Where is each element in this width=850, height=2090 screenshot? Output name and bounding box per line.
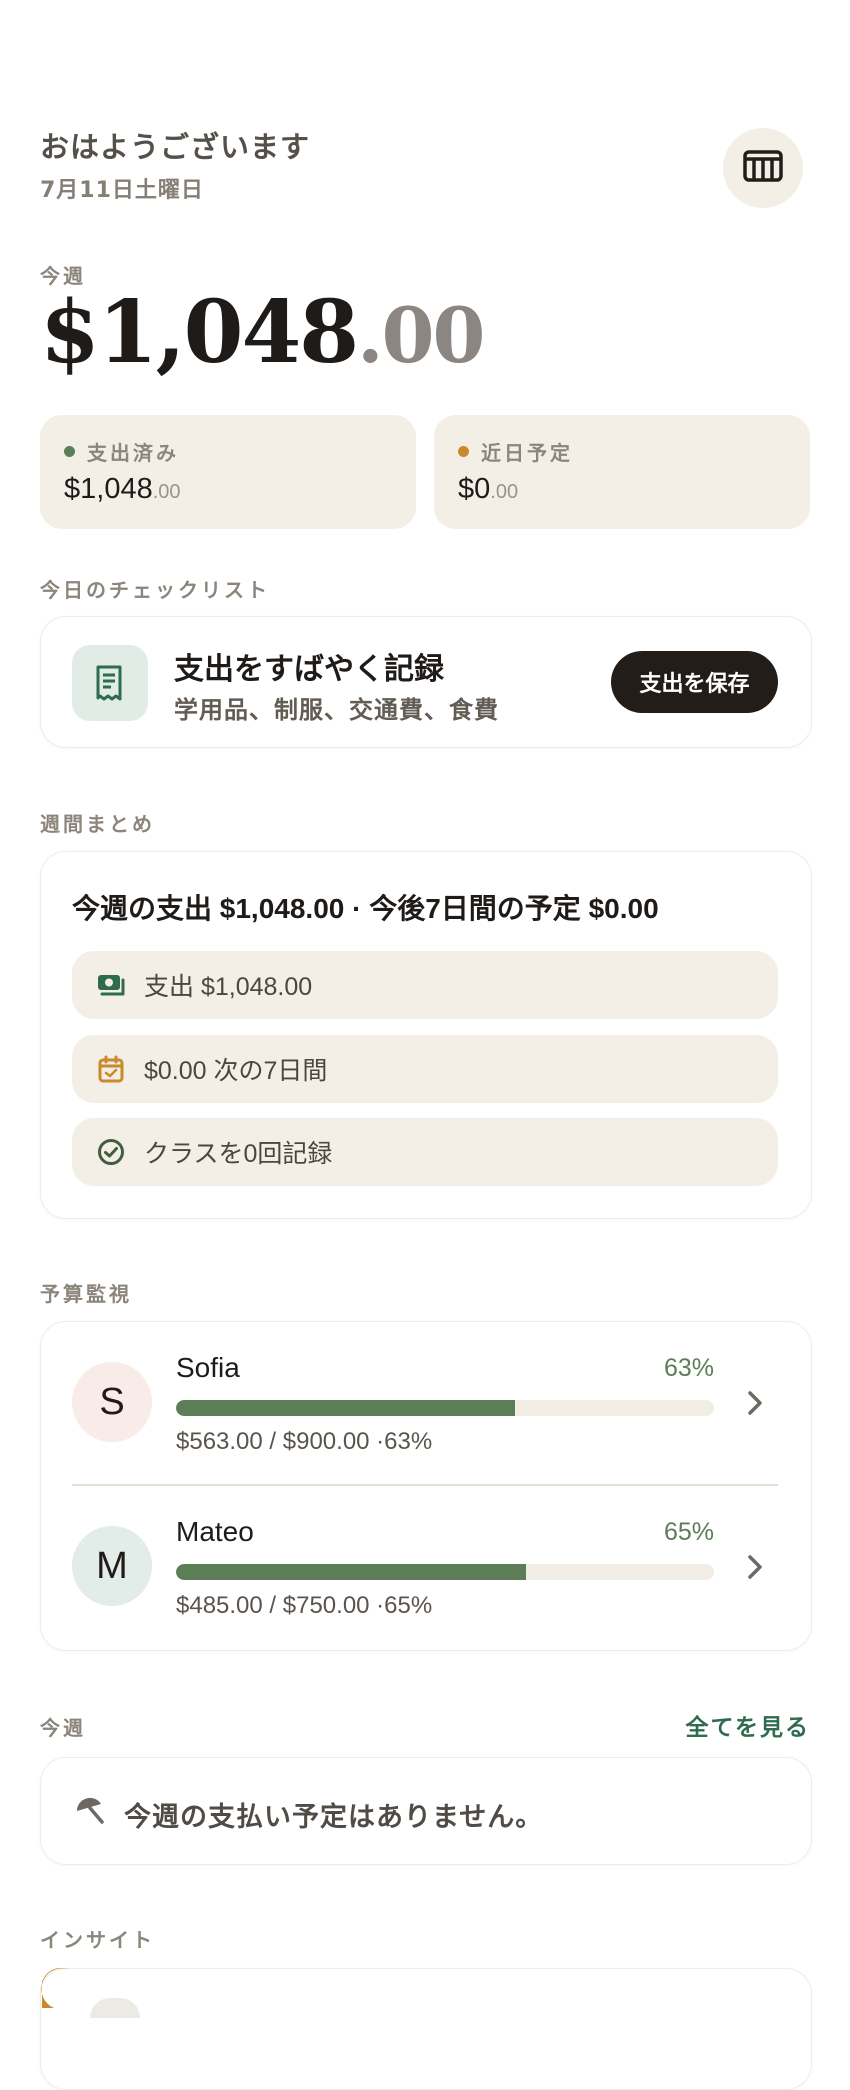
calendar-grid-icon [743, 150, 783, 186]
greeting: おはようございます [40, 130, 311, 164]
calendar-check-icon [96, 1054, 126, 1084]
spent-card: 支出済み $1,048.00 [40, 415, 416, 529]
chevron-right-icon[interactable] [740, 1388, 770, 1418]
chevron-right-icon[interactable] [740, 1552, 770, 1582]
no-payments-text: 今週の支払い予定はありません。 [124, 1802, 544, 1833]
this-week-section-label: 今週 [40, 1716, 86, 1740]
upcoming-dot [458, 446, 469, 457]
umbrella-icon [74, 1796, 106, 1830]
summary-pill-upcoming-text: $0.00 次の7日間 [144, 1057, 328, 1085]
budget-bar-fill-sofia [176, 1400, 515, 1416]
summary-pill-spent: 支出 $1,048.00 [72, 951, 778, 1019]
insight-moon-icon [40, 1968, 74, 2008]
summary-pill-upcoming: $0.00 次の7日間 [72, 1035, 778, 1103]
week-total-amount: $1,048.00 [40, 290, 485, 376]
avatar-mateo: M [72, 1526, 152, 1606]
budget-name-mateo: Mateo [176, 1516, 254, 1547]
budget-bar-sofia [176, 1400, 714, 1416]
spent-label: 支出済み [87, 441, 179, 465]
budget-divider [72, 1484, 778, 1486]
upcoming-value: $0.00 [458, 473, 518, 506]
check-circle-icon [96, 1137, 126, 1167]
budget-name-sofia: Sofia [176, 1352, 240, 1383]
spent-dot [64, 446, 75, 457]
budget-percent-mateo: 65% [663, 1518, 714, 1546]
quick-record-subtitle: 学用品、制服、交通費、食費 [174, 696, 499, 724]
spent-value-cents: .00 [152, 481, 181, 503]
insights-section-label: インサイト [40, 1928, 155, 1952]
upcoming-value-cents: .00 [490, 481, 519, 503]
spent-value-main: $1,048 [64, 473, 153, 505]
receipt-icon [72, 645, 148, 721]
summary-pill-classes: クラスを0回記録 [72, 1118, 778, 1186]
calendar-button[interactable] [723, 128, 803, 208]
save-expense-button[interactable]: 支出を保存 [611, 651, 778, 713]
avatar-sofia: S [72, 1362, 152, 1442]
see-all-link[interactable]: 全てを見る [640, 1708, 810, 1742]
date-label: 7月11日土曜日 [40, 178, 204, 203]
summary-pill-spent-text: 支出 $1,048.00 [144, 973, 313, 1001]
weekly-summary-section-label: 週間まとめ [40, 812, 155, 836]
budget-amount-mateo: $485.00 / $750.00 ·65% [176, 1592, 433, 1619]
budget-section-label: 予算監視 [40, 1282, 132, 1306]
insights-card [40, 1968, 812, 2090]
budget-bar-mateo [176, 1564, 714, 1580]
quick-record-title: 支出をすばやく記録 [174, 652, 444, 687]
spent-value: $1,048.00 [64, 473, 181, 506]
upcoming-value-main: $0 [458, 473, 491, 505]
week-total-cents: .00 [357, 291, 485, 380]
upcoming-card: 近日予定 $0.00 [434, 415, 810, 529]
weekly-summary-headline: 今週の支出 $1,048.00 · 今後7日間の予定 $0.00 [72, 893, 659, 924]
summary-pill-classes-text: クラスを0回記録 [144, 1140, 333, 1168]
money-icon [96, 970, 126, 1000]
budget-bar-fill-mateo [176, 1564, 526, 1580]
week-total-main: $1,048 [40, 282, 359, 383]
upcoming-label: 近日予定 [481, 441, 573, 465]
budget-amount-sofia: $563.00 / $900.00 ·63% [176, 1428, 433, 1455]
checklist-section-label: 今日のチェックリスト [40, 578, 270, 602]
budget-percent-sofia: 63% [663, 1354, 714, 1382]
